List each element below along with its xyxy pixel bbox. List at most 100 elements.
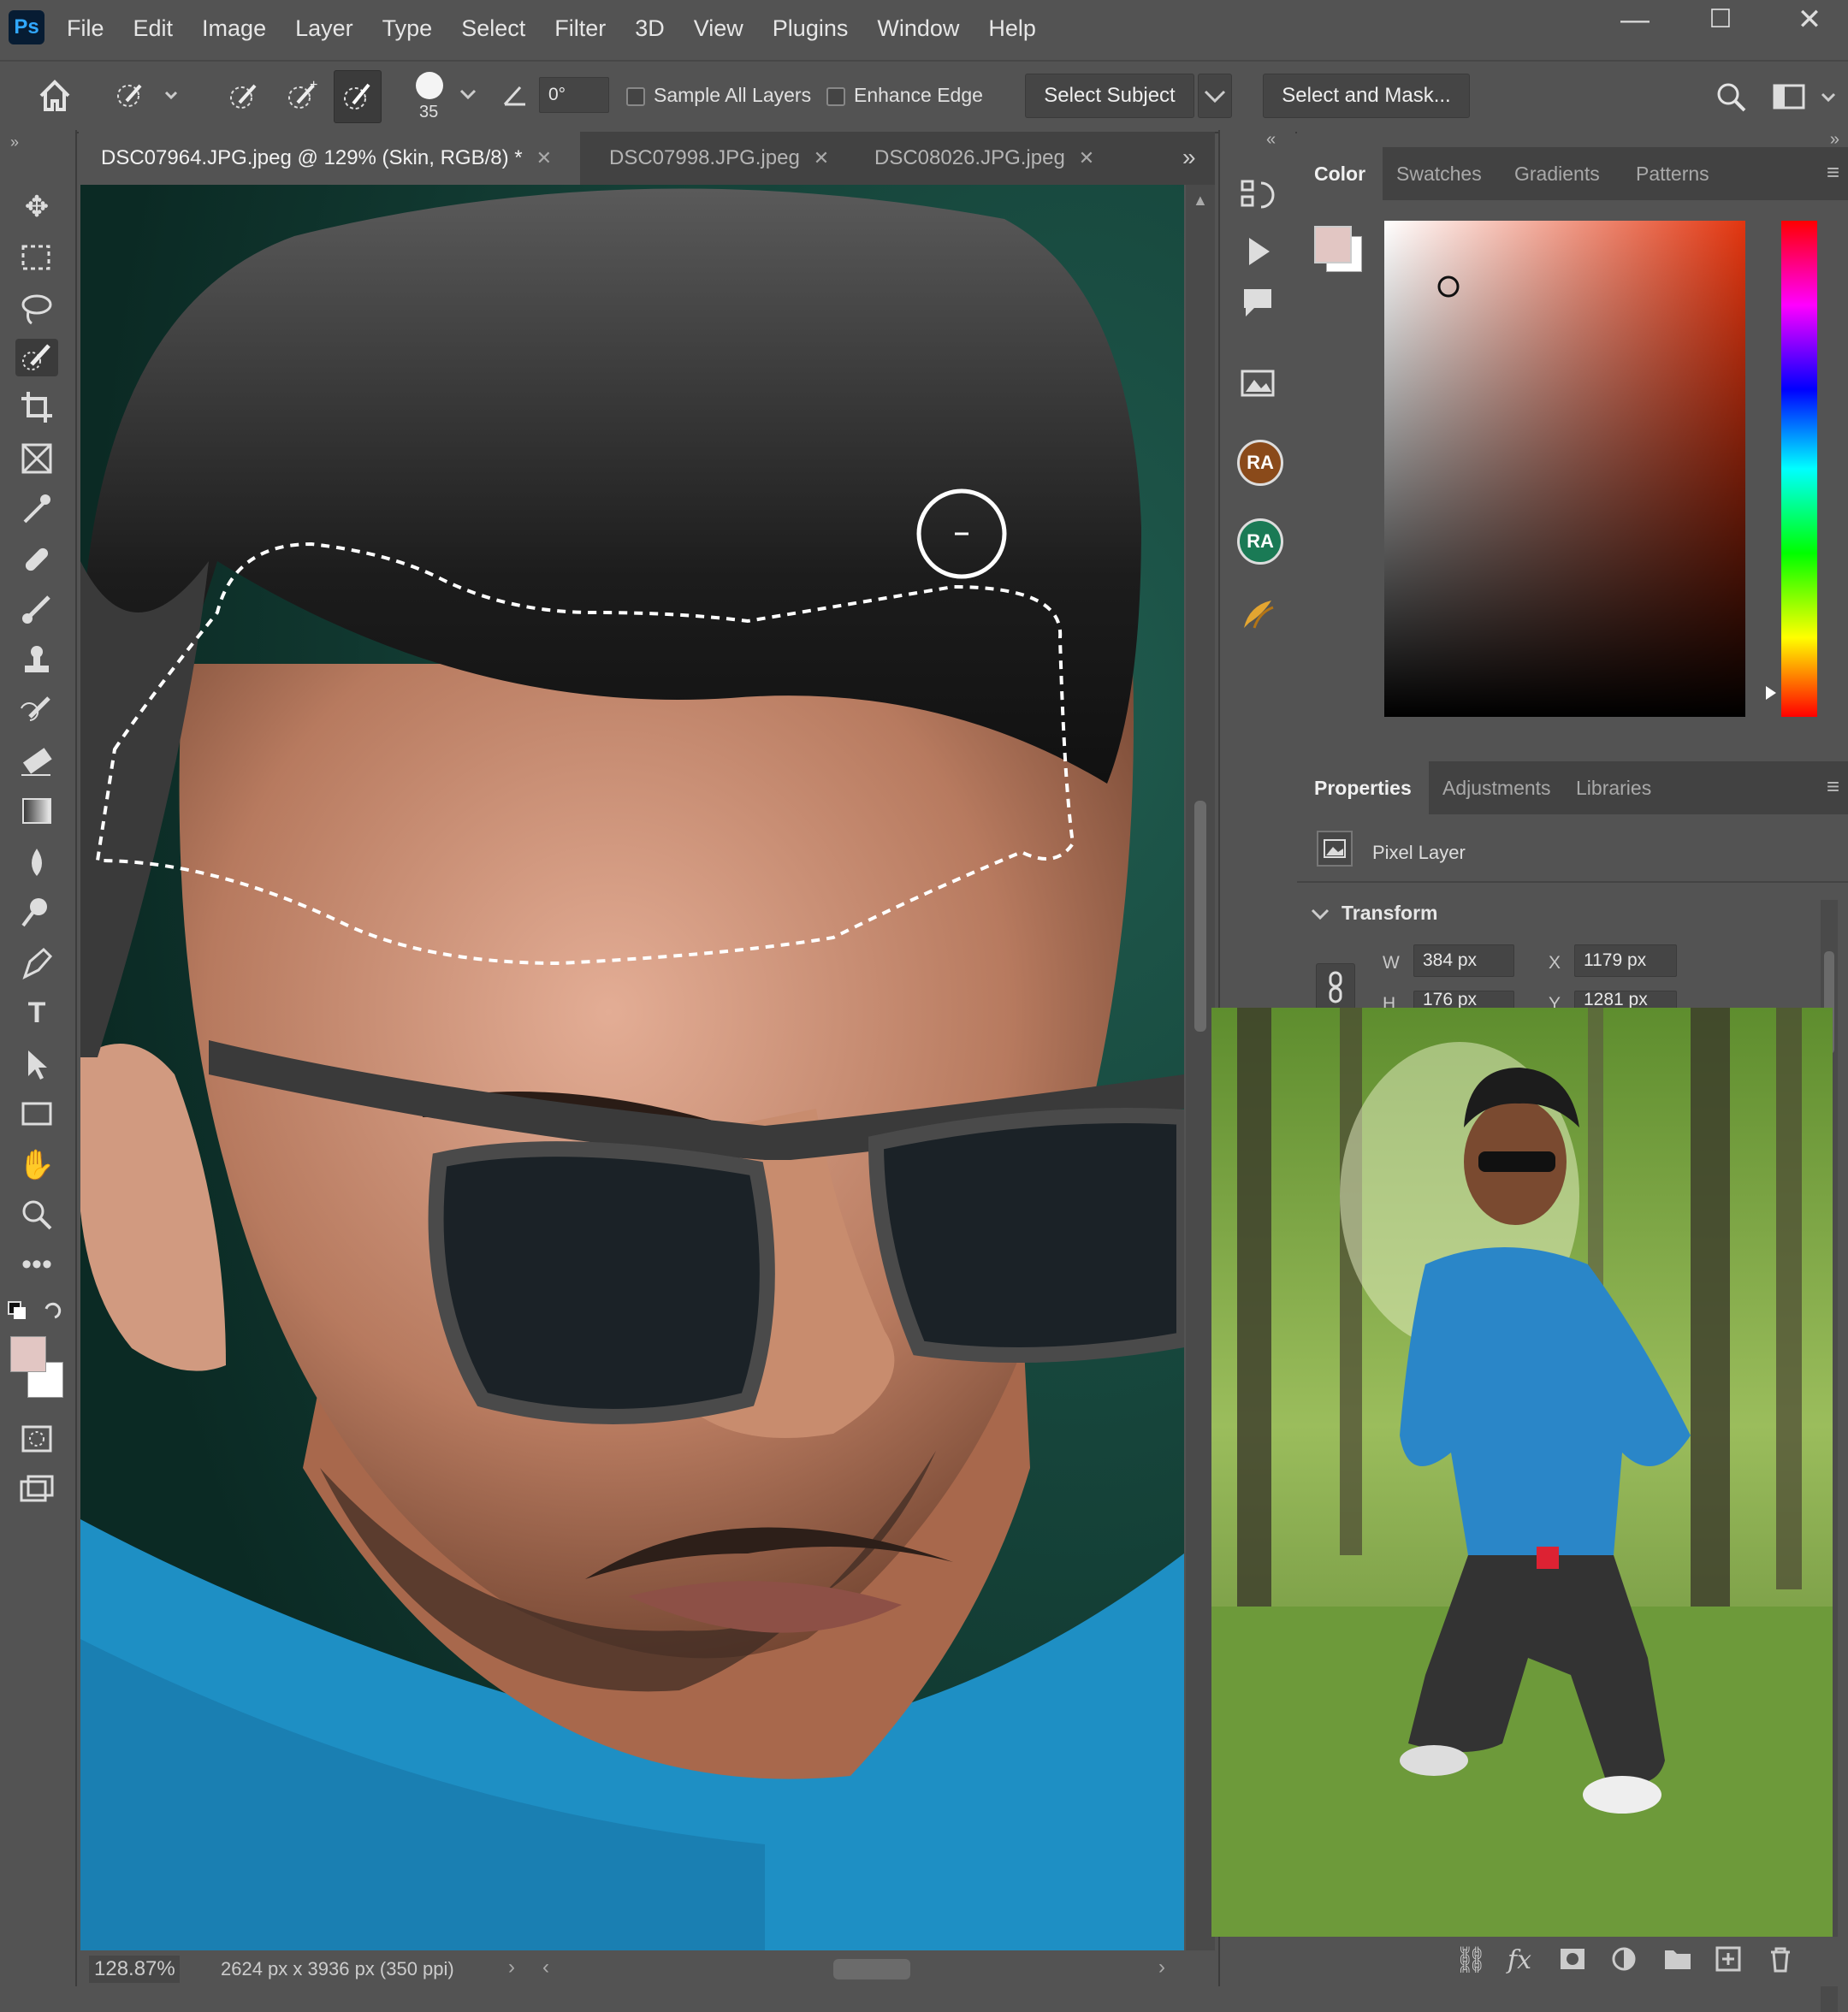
eraser-icon[interactable]: [15, 743, 58, 780]
menu-filter[interactable]: Filter: [554, 15, 606, 42]
adjustment-layer-icon[interactable]: [1610, 1945, 1638, 1979]
menu-view[interactable]: View: [694, 15, 743, 42]
home-icon[interactable]: [36, 77, 74, 115]
plugin-feather-icon[interactable]: [1237, 594, 1278, 635]
more-tools-icon[interactable]: •••: [15, 1246, 58, 1283]
select-subject-button[interactable]: Select Subject: [1025, 74, 1194, 118]
menu-3d[interactable]: 3D: [635, 15, 665, 42]
more-tabs-icon[interactable]: »: [1182, 144, 1196, 171]
panel-menu-icon[interactable]: ≡: [1827, 773, 1839, 800]
tab-dsc08026[interactable]: DSC08026.JPG.jpeg ✕: [852, 132, 1131, 185]
search-icon[interactable]: [1715, 80, 1749, 115]
quick-selection-icon[interactable]: [15, 339, 58, 376]
layer-style-icon[interactable]: fx: [1507, 1945, 1531, 1975]
brush-dropdown-chevron-icon[interactable]: [459, 86, 477, 103]
tab-patterns[interactable]: Patterns: [1619, 147, 1727, 200]
select-and-mask-button[interactable]: Select and Mask...: [1263, 74, 1470, 118]
chevron-down-icon[interactable]: [1309, 903, 1331, 926]
y-field[interactable]: 1281 px: [1574, 991, 1677, 1009]
default-colors-icon[interactable]: [7, 1300, 67, 1334]
angle-input[interactable]: 0°: [539, 77, 609, 113]
panel-menu-icon[interactable]: ≡: [1827, 159, 1839, 186]
menu-layer[interactable]: Layer: [295, 15, 353, 42]
x-field[interactable]: 1179 px: [1574, 944, 1677, 977]
eyedropper-icon[interactable]: [15, 489, 58, 527]
retouch-plugin-icon-2[interactable]: RA: [1237, 518, 1283, 565]
menu-edit[interactable]: Edit: [133, 15, 174, 42]
tab-dsc07964[interactable]: DSC07964.JPG.jpeg @ 129% (Skin, RGB/8) *…: [79, 132, 580, 185]
color-field[interactable]: [1384, 221, 1745, 717]
pen-icon[interactable]: [15, 944, 58, 982]
crop-icon[interactable]: [15, 388, 58, 426]
menu-image[interactable]: Image: [202, 15, 266, 42]
collapse-dock-icon[interactable]: «: [1266, 130, 1276, 150]
lasso-icon[interactable]: [15, 289, 58, 327]
document-canvas[interactable]: [80, 185, 1184, 1950]
delete-layer-icon[interactable]: [1768, 1945, 1793, 1979]
close-tab-icon[interactable]: ✕: [536, 147, 552, 169]
width-field[interactable]: 384 px: [1413, 944, 1514, 977]
clone-stamp-icon[interactable]: [15, 642, 58, 679]
tab-dsc07998[interactable]: DSC07998.JPG.jpeg ✕: [587, 132, 849, 185]
new-layer-icon[interactable]: [1715, 1945, 1742, 1979]
collapse-toolbar-icon[interactable]: »: [10, 133, 19, 151]
hand-icon[interactable]: ✋: [15, 1146, 58, 1184]
select-subject-dropdown[interactable]: [1198, 74, 1232, 118]
move-icon[interactable]: ✥: [15, 188, 58, 226]
menu-window[interactable]: Window: [877, 15, 959, 42]
actions-play-icon[interactable]: [1237, 231, 1278, 272]
screen-mode-icon[interactable]: [15, 1471, 58, 1509]
hue-slider-handle[interactable]: [1762, 684, 1780, 701]
subtract-selection-button[interactable]: [334, 70, 382, 123]
tab-gradients[interactable]: Gradients: [1497, 147, 1617, 200]
path-selection-icon[interactable]: [15, 1045, 58, 1083]
history-icon[interactable]: [1237, 175, 1278, 216]
group-folder-icon[interactable]: [1663, 1945, 1692, 1978]
brush-icon[interactable]: [15, 590, 58, 628]
quick-mask-icon[interactable]: [15, 1420, 58, 1458]
dodge-icon[interactable]: [15, 893, 58, 931]
workspace-icon[interactable]: [1773, 82, 1841, 113]
maximize-button[interactable]: ☐: [1691, 0, 1750, 39]
link-dimensions-button[interactable]: [1316, 963, 1355, 1011]
add-to-selection-icon[interactable]: +: [284, 77, 322, 115]
retouch-plugin-icon-1[interactable]: RA: [1237, 440, 1283, 486]
brush-preview-icon[interactable]: [412, 68, 455, 103]
scroll-up-icon[interactable]: ▲: [1193, 192, 1208, 210]
close-tab-icon[interactable]: ✕: [1079, 147, 1094, 169]
blur-icon[interactable]: [15, 843, 58, 881]
link-layers-icon[interactable]: ⛓: [1454, 1945, 1487, 1975]
menu-file[interactable]: File: [67, 15, 104, 42]
menu-plugins[interactable]: Plugins: [773, 15, 849, 42]
scroll-right-icon[interactable]: ›: [1158, 1956, 1165, 1979]
scroll-thumb[interactable]: [1194, 801, 1206, 1032]
status-menu-arrow-icon[interactable]: ›: [508, 1956, 515, 1979]
menu-help[interactable]: Help: [988, 15, 1036, 42]
foreground-color-swatch[interactable]: [10, 1336, 46, 1372]
image-panel-icon[interactable]: [1237, 361, 1278, 402]
tab-swatches[interactable]: Swatches: [1379, 147, 1499, 200]
new-selection-icon[interactable]: [226, 77, 264, 115]
zoom-level[interactable]: 128.87%: [89, 1956, 180, 1983]
healing-brush-icon[interactable]: [15, 541, 58, 578]
enhance-edge-checkbox[interactable]: [826, 87, 845, 106]
frame-icon[interactable]: [15, 440, 58, 477]
history-brush-icon[interactable]: [15, 691, 58, 729]
quick-selection-preset-icon[interactable]: [111, 79, 180, 113]
vertical-scrollbar[interactable]: ▲: [1186, 185, 1215, 1950]
scroll-left-icon[interactable]: ‹: [542, 1956, 549, 1979]
tab-libraries[interactable]: Libraries: [1559, 761, 1668, 814]
tab-adjustments[interactable]: Adjustments: [1425, 761, 1568, 814]
marquee-icon[interactable]: [15, 240, 58, 277]
minimize-button[interactable]: —: [1605, 0, 1665, 39]
comments-icon[interactable]: [1237, 282, 1278, 323]
sample-all-layers-checkbox[interactable]: [626, 87, 645, 106]
gradient-icon[interactable]: [15, 792, 58, 830]
close-button[interactable]: ✕: [1780, 0, 1839, 39]
tab-color[interactable]: Color: [1297, 147, 1383, 200]
zoom-icon[interactable]: [15, 1196, 58, 1234]
hue-slider[interactable]: [1781, 221, 1817, 717]
menu-select[interactable]: Select: [461, 15, 525, 42]
horizontal-scroll-thumb[interactable]: [833, 1959, 910, 1979]
add-mask-icon[interactable]: [1559, 1945, 1586, 1979]
